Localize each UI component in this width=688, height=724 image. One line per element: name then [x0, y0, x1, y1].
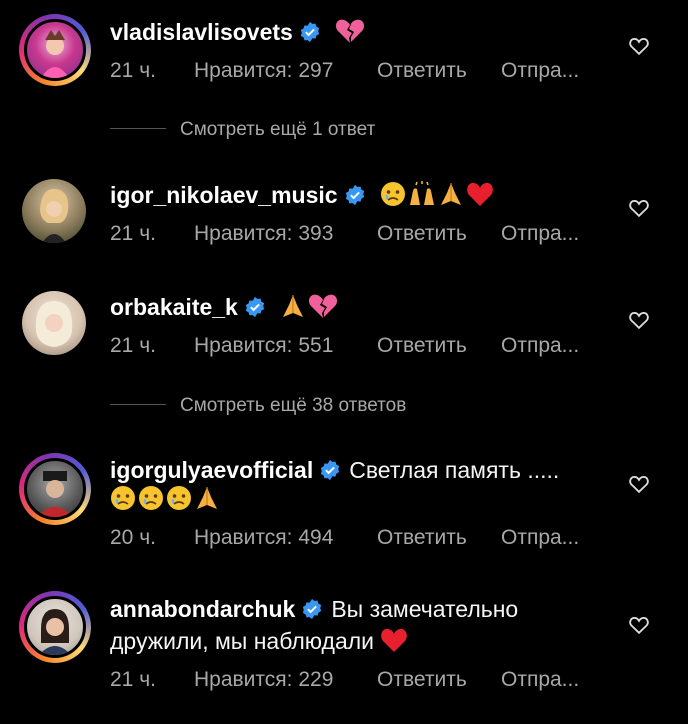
avatar-story-ring[interactable]	[19, 591, 91, 663]
red-heart-icon	[381, 628, 407, 652]
send-button[interactable]: Отпра...	[501, 59, 579, 83]
likes-count[interactable]: Нравится: 393	[194, 222, 377, 246]
comment-text-continued: дружили, мы наблюдали	[110, 628, 375, 654]
timestamp: 21 ч.	[110, 668, 156, 691]
send-button[interactable]: Отпра...	[501, 222, 579, 246]
send-button[interactable]: Отпра...	[501, 668, 579, 692]
crying-face-icon	[167, 486, 191, 510]
verified-badge-icon	[345, 184, 364, 206]
view-more-label[interactable]: Смотреть ещё 1 ответ	[180, 119, 375, 140]
likes-count[interactable]: Нравится: 229	[194, 668, 377, 692]
verified-badge-icon	[321, 459, 340, 481]
raising-hands-icon	[409, 181, 434, 205]
like-heart-icon[interactable]	[628, 35, 650, 57]
comment-text: Светлая память .....	[349, 457, 560, 483]
username[interactable]: igor_nikolaev_music	[110, 182, 338, 208]
like-heart-icon[interactable]	[628, 614, 650, 636]
view-more-replies[interactable]: Смотреть ещё 1 ответ	[110, 119, 375, 141]
comment-meta: 21 ч. Нравится: 229 Ответить Отпра...	[110, 668, 579, 692]
view-more-label[interactable]: Смотреть ещё 38 ответов	[180, 395, 406, 416]
comment-line-2: дружили, мы наблюдали	[110, 626, 408, 656]
comment-meta: 21 ч. Нравится: 297 Ответить Отпра...	[110, 59, 579, 83]
send-button[interactable]: Отпра...	[501, 334, 579, 358]
crying-face-icon	[139, 486, 163, 510]
avatar-story-ring[interactable]	[19, 453, 91, 525]
likes-count[interactable]: Нравится: 297	[194, 59, 377, 83]
reply-button[interactable]: Ответить	[377, 59, 501, 83]
folded-hands-icon	[283, 295, 304, 317]
comment-line: igor_nikolaev_music	[110, 180, 494, 210]
avatar	[22, 179, 86, 243]
timestamp: 21 ч.	[110, 222, 156, 245]
likes-count[interactable]: Нравится: 551	[194, 334, 377, 358]
timestamp: 20 ч.	[110, 526, 156, 549]
reply-button[interactable]: Ответить	[377, 334, 501, 358]
folded-hands-icon	[440, 183, 461, 205]
comment-text: Вы замечательно	[331, 596, 519, 622]
like-heart-icon[interactable]	[628, 309, 650, 331]
timestamp: 21 ч.	[110, 334, 156, 357]
like-heart-icon[interactable]	[628, 197, 650, 219]
crying-face-icon	[380, 182, 405, 206]
timestamp: 21 ч.	[110, 59, 156, 82]
username[interactable]: vladislavlisovets	[110, 19, 293, 45]
broken-heart-icon	[309, 294, 338, 318]
username[interactable]: igorgulyaevofficial	[110, 457, 313, 483]
avatar-container[interactable]	[19, 288, 91, 360]
folded-hands-icon	[197, 487, 217, 509]
comment-line: annabondarchuk Вы замечательно	[110, 594, 518, 624]
username[interactable]: annabondarchuk	[110, 596, 295, 622]
red-heart-icon	[467, 182, 493, 206]
divider	[110, 404, 166, 405]
divider	[110, 128, 166, 129]
crying-face-icon	[111, 486, 135, 510]
reply-button[interactable]: Ответить	[377, 668, 501, 692]
comment-line: igorgulyaevofficial Светлая память .....	[110, 455, 559, 485]
likes-count[interactable]: Нравится: 494	[194, 526, 377, 550]
comment-meta: 21 ч. Нравится: 551 Ответить Отпра...	[110, 334, 579, 358]
verified-badge-icon	[303, 598, 322, 620]
avatar	[24, 458, 86, 520]
verified-badge-icon	[245, 296, 265, 318]
reply-button[interactable]: Ответить	[377, 222, 501, 246]
avatar-container[interactable]	[19, 176, 91, 248]
comment-line: orbakaite_k	[110, 292, 338, 322]
broken-heart-icon	[336, 19, 365, 43]
send-button[interactable]: Отпра...	[501, 526, 579, 550]
comment-line-2	[108, 484, 220, 514]
avatar-story-ring[interactable]	[19, 14, 91, 86]
comment-meta: 20 ч. Нравится: 494 Ответить Отпра...	[110, 526, 579, 550]
comment-line: vladislavlisovets	[110, 17, 365, 47]
avatar	[24, 596, 86, 658]
avatar	[22, 291, 86, 355]
like-heart-icon[interactable]	[628, 473, 650, 495]
view-more-replies[interactable]: Смотреть ещё 38 ответов	[110, 395, 406, 417]
verified-badge-icon	[300, 21, 320, 43]
reply-button[interactable]: Ответить	[377, 526, 501, 550]
comment-meta: 21 ч. Нравится: 393 Ответить Отпра...	[110, 222, 579, 246]
username[interactable]: orbakaite_k	[110, 294, 238, 320]
avatar	[24, 19, 86, 81]
